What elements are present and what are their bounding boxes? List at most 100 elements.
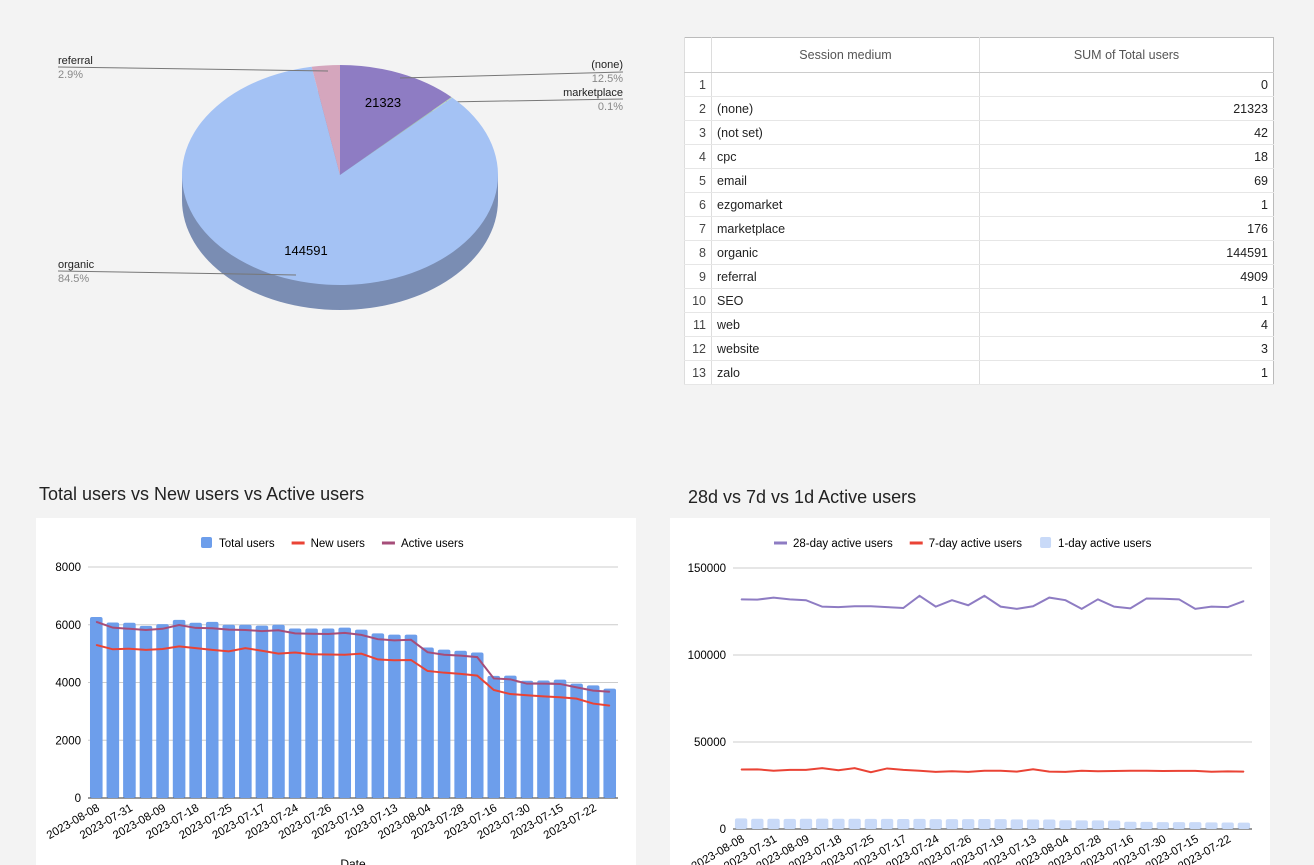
data-point — [1178, 598, 1180, 600]
row-index: 8 — [684, 240, 712, 265]
data-point — [1194, 608, 1196, 610]
legend-item[interactable]: 1-day active users — [1058, 538, 1152, 550]
row-index: 2 — [684, 96, 712, 121]
legend-item[interactable]: 28-day active users — [793, 538, 893, 550]
data-point — [1210, 771, 1212, 773]
users-combo-chart: 020004000600080002023-08-082023-07-31202… — [36, 518, 636, 865]
medium-cell: website — [711, 336, 980, 361]
data-point — [261, 630, 263, 632]
data-point — [983, 595, 985, 597]
users-cell: 1 — [979, 360, 1274, 385]
users-cell: 18 — [979, 144, 1274, 169]
row-index: 1 — [684, 72, 712, 97]
medium-cell: marketplace — [711, 216, 980, 241]
data-point — [919, 770, 921, 772]
bar — [239, 624, 252, 798]
data-point — [789, 598, 791, 600]
bar — [864, 818, 878, 829]
legend-item[interactable]: New users — [311, 538, 366, 550]
users-cell: 4909 — [979, 264, 1274, 289]
y-tick-label: 100000 — [688, 650, 726, 662]
data-point — [919, 595, 921, 597]
column-header[interactable]: SUM of Total users — [979, 37, 1274, 73]
bar — [537, 680, 550, 798]
data-point — [1097, 770, 1099, 772]
row-index: 4 — [684, 144, 712, 169]
medium-cell: organic — [711, 240, 980, 265]
slice-percent: 84.5% — [58, 273, 89, 285]
y-tick-label: 8000 — [55, 562, 81, 574]
data-point — [805, 599, 807, 601]
legend-item[interactable]: Active users — [401, 538, 464, 550]
data-point — [1000, 770, 1002, 772]
data-point — [1064, 771, 1066, 773]
data-point — [1129, 770, 1131, 772]
data-point — [1162, 598, 1164, 600]
data-point — [1113, 606, 1115, 608]
data-point — [443, 654, 445, 656]
bar — [832, 818, 845, 829]
bar — [848, 818, 861, 829]
data-point — [886, 606, 888, 608]
data-point — [870, 605, 872, 607]
data-point — [837, 606, 839, 608]
medium-cell: email — [711, 168, 980, 193]
medium-cell: web — [711, 312, 980, 337]
data-point — [1032, 768, 1034, 770]
table-row: 6 ezgomarket 1 — [684, 192, 1274, 217]
data-point — [360, 634, 362, 636]
users-cell: 69 — [979, 168, 1274, 193]
data-point — [460, 673, 462, 675]
legend-item[interactable]: 7-day active users — [929, 538, 1023, 550]
table-row: 9 referral 4909 — [684, 264, 1274, 289]
data-point — [1016, 608, 1018, 610]
data-point — [95, 621, 97, 623]
data-point — [377, 638, 379, 640]
data-point — [145, 649, 147, 651]
bar — [1172, 822, 1186, 829]
chart-title-users: Total users vs New users vs Active users — [39, 484, 365, 504]
data-point — [773, 770, 775, 772]
pie-chart: (none) 12.5% marketplace 0.1% organic 84.5% re… — [57, 55, 623, 310]
users-cell: 1 — [979, 192, 1274, 217]
legend-item[interactable]: Total users — [219, 538, 275, 550]
data-point — [95, 644, 97, 646]
session-medium-table: Session medium SUM of Total users 1 0 2 (none… — [684, 37, 1274, 385]
bar — [945, 819, 959, 829]
bar — [520, 680, 534, 798]
y-tick-label: 150000 — [688, 563, 726, 575]
data-point — [410, 659, 412, 661]
slice-percent: 0.1% — [598, 101, 623, 113]
data-point — [1113, 770, 1115, 772]
chart-title-active-users: 28d vs 7d vs 1d Active users — [688, 487, 917, 507]
data-point — [244, 629, 246, 631]
data-point — [740, 768, 742, 770]
series-line — [741, 594, 1245, 611]
data-point — [211, 627, 213, 629]
bar — [487, 675, 501, 798]
bar — [1026, 819, 1040, 829]
bar — [89, 616, 103, 798]
data-point — [344, 654, 346, 656]
data-point — [951, 599, 953, 601]
bar — [978, 819, 991, 829]
medium-cell: cpc — [711, 144, 980, 169]
users-cell: 1 — [979, 288, 1274, 313]
data-point — [967, 771, 969, 773]
data-point — [756, 768, 758, 770]
column-header[interactable] — [684, 37, 712, 73]
y-tick-label: 2000 — [55, 735, 81, 747]
data-point — [1146, 770, 1148, 772]
data-point — [1032, 605, 1034, 607]
row-index: 11 — [684, 312, 712, 337]
legend-swatch — [201, 537, 212, 548]
column-header[interactable]: Session medium — [711, 37, 980, 73]
data-point — [1048, 597, 1050, 599]
bar — [751, 818, 764, 829]
bar — [338, 627, 352, 798]
row-index: 9 — [684, 264, 712, 289]
bar — [156, 624, 169, 798]
data-point — [773, 597, 775, 599]
table-row: 10 — [684, 72, 1274, 97]
data-point — [294, 632, 296, 634]
